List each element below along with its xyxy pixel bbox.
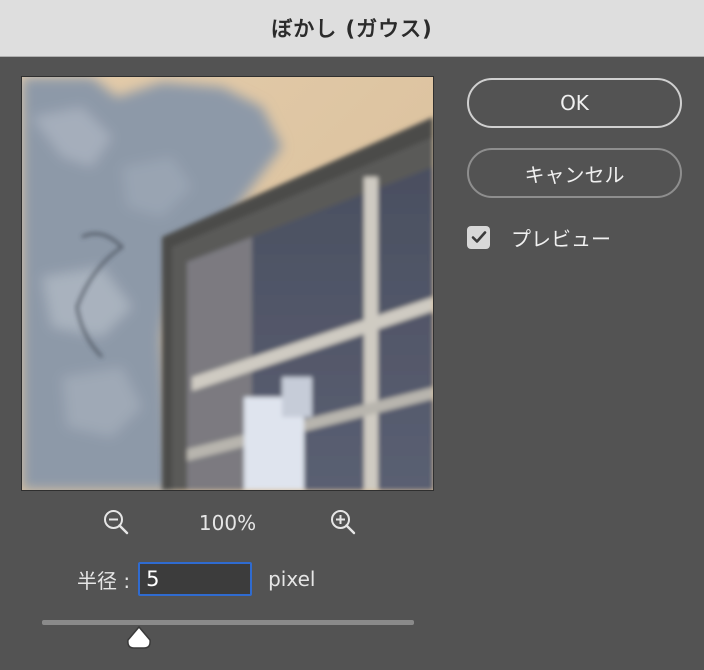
ok-button[interactable]: OK	[467, 78, 682, 128]
slider-thumb-icon	[126, 625, 151, 649]
preview-label: プレビュー	[511, 226, 611, 251]
radius-unit: pixel	[268, 567, 316, 591]
preview-checkbox[interactable]	[467, 225, 490, 249]
zoom-level: 100%	[198, 511, 257, 535]
zoom-out-icon	[104, 510, 129, 535]
radius-slider[interactable]	[42, 620, 414, 650]
radius-label: 半径 :	[77, 568, 131, 593]
preview-toggle[interactable]: プレビュー	[467, 224, 611, 251]
zoom-in-button[interactable]	[326, 505, 360, 539]
zoom-out-button[interactable]	[99, 505, 133, 539]
radius-input[interactable]	[138, 562, 253, 596]
preview-image[interactable]	[21, 76, 434, 491]
zoom-controls: 100%	[21, 505, 434, 541]
checkmark-icon	[471, 231, 486, 243]
blurred-photo	[22, 77, 433, 490]
slider-track[interactable]	[42, 620, 414, 625]
radius-row: 半径 : pixel	[77, 560, 315, 598]
cancel-button[interactable]: キャンセル	[467, 148, 682, 198]
zoom-in-icon	[331, 510, 356, 535]
window-title: ぼかし (ガウス)	[271, 17, 433, 41]
slider-thumb[interactable]	[126, 625, 152, 650]
title-bar: ぼかし (ガウス)	[0, 0, 704, 57]
